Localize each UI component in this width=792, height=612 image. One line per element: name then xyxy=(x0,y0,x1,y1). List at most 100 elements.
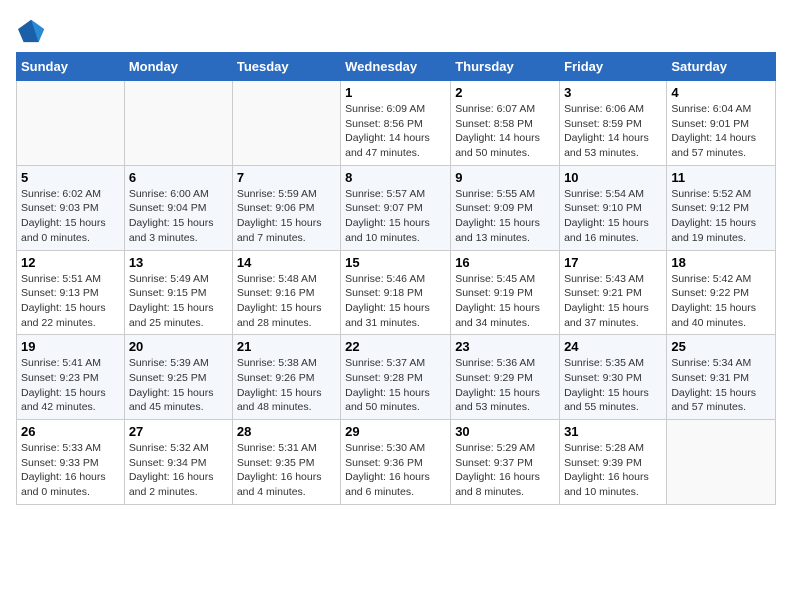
calendar-cell: 21 Sunrise: 5:38 AM Sunset: 9:26 PM Dayli… xyxy=(232,335,340,420)
calendar-cell: 26 Sunrise: 5:33 AM Sunset: 9:33 PM Dayli… xyxy=(17,420,125,505)
day-info: Sunrise: 5:31 AM Sunset: 9:35 PM Dayligh… xyxy=(237,441,336,500)
day-number: 3 xyxy=(564,85,662,100)
calendar-week-1: 5 Sunrise: 6:02 AM Sunset: 9:03 PM Daylig… xyxy=(17,165,776,250)
calendar-cell: 1 Sunrise: 6:09 AM Sunset: 8:56 PM Daylig… xyxy=(341,81,451,166)
day-info: Sunrise: 6:02 AM Sunset: 9:03 PM Dayligh… xyxy=(21,187,120,246)
col-header-tuesday: Tuesday xyxy=(232,53,340,81)
col-header-monday: Monday xyxy=(124,53,232,81)
calendar-cell xyxy=(124,81,232,166)
calendar-cell: 9Sunrise: 5:55 AM Sunset: 9:09 PM Daylig… xyxy=(451,165,560,250)
day-info: Sunrise: 5:43 AM Sunset: 9:21 PM Dayligh… xyxy=(564,272,662,331)
col-header-friday: Friday xyxy=(560,53,667,81)
day-number: 7 xyxy=(237,170,336,185)
day-number: 31 xyxy=(564,424,662,439)
calendar-cell: 11 Sunrise: 5:52 AM Sunset: 9:12 PM Dayli… xyxy=(667,165,776,250)
day-number: 25 xyxy=(671,339,771,354)
day-info: Sunrise: 5:34 AM Sunset: 9:31 PM Dayligh… xyxy=(671,356,771,415)
day-number: 27 xyxy=(129,424,228,439)
day-info: Sunrise: 6:09 AM Sunset: 8:56 PM Dayligh… xyxy=(345,102,446,161)
day-number: 13 xyxy=(129,255,228,270)
calendar-cell: 27 Sunrise: 5:32 AM Sunset: 9:34 PM Dayli… xyxy=(124,420,232,505)
col-header-sunday: Sunday xyxy=(17,53,125,81)
day-number: 4 xyxy=(671,85,771,100)
calendar-cell xyxy=(667,420,776,505)
day-number: 5 xyxy=(21,170,120,185)
day-info: Sunrise: 5:41 AM Sunset: 9:23 PM Dayligh… xyxy=(21,356,120,415)
calendar-cell: 13Sunrise: 5:49 AM Sunset: 9:15 PM Dayli… xyxy=(124,250,232,335)
calendar-cell: 25 Sunrise: 5:34 AM Sunset: 9:31 PM Dayli… xyxy=(667,335,776,420)
day-number: 22 xyxy=(345,339,446,354)
calendar-cell: 29 Sunrise: 5:30 AM Sunset: 9:36 PM Dayli… xyxy=(341,420,451,505)
day-number: 30 xyxy=(455,424,555,439)
col-header-wednesday: Wednesday xyxy=(341,53,451,81)
calendar-cell: 19 Sunrise: 5:41 AM Sunset: 9:23 PM Dayli… xyxy=(17,335,125,420)
day-info: Sunrise: 5:45 AM Sunset: 9:19 PM Dayligh… xyxy=(455,272,555,331)
calendar-cell: 30 Sunrise: 5:29 AM Sunset: 9:37 PM Dayli… xyxy=(451,420,560,505)
calendar-cell: 12 Sunrise: 5:51 AM Sunset: 9:13 PM Dayli… xyxy=(17,250,125,335)
calendar-cell: 3Sunrise: 6:06 AM Sunset: 8:59 PM Daylig… xyxy=(560,81,667,166)
calendar-cell: 10Sunrise: 5:54 AM Sunset: 9:10 PM Dayli… xyxy=(560,165,667,250)
day-info: Sunrise: 5:51 AM Sunset: 9:13 PM Dayligh… xyxy=(21,272,120,331)
day-number: 11 xyxy=(671,170,771,185)
calendar-cell xyxy=(232,81,340,166)
calendar-cell: 24Sunrise: 5:35 AM Sunset: 9:30 PM Dayli… xyxy=(560,335,667,420)
calendar-cell: 31 Sunrise: 5:28 AM Sunset: 9:39 PM Dayli… xyxy=(560,420,667,505)
day-info: Sunrise: 5:48 AM Sunset: 9:16 PM Dayligh… xyxy=(237,272,336,331)
day-info: Sunrise: 5:32 AM Sunset: 9:34 PM Dayligh… xyxy=(129,441,228,500)
day-number: 26 xyxy=(21,424,120,439)
day-info: Sunrise: 5:38 AM Sunset: 9:26 PM Dayligh… xyxy=(237,356,336,415)
day-info: Sunrise: 5:29 AM Sunset: 9:37 PM Dayligh… xyxy=(455,441,555,500)
day-info: Sunrise: 5:42 AM Sunset: 9:22 PM Dayligh… xyxy=(671,272,771,331)
day-number: 6 xyxy=(129,170,228,185)
day-info: Sunrise: 5:52 AM Sunset: 9:12 PM Dayligh… xyxy=(671,187,771,246)
calendar-cell: 6 Sunrise: 6:00 AM Sunset: 9:04 PM Daylig… xyxy=(124,165,232,250)
col-header-saturday: Saturday xyxy=(667,53,776,81)
day-info: Sunrise: 6:00 AM Sunset: 9:04 PM Dayligh… xyxy=(129,187,228,246)
calendar-cell xyxy=(17,81,125,166)
calendar-cell: 28Sunrise: 5:31 AM Sunset: 9:35 PM Dayli… xyxy=(232,420,340,505)
calendar-cell: 22 Sunrise: 5:37 AM Sunset: 9:28 PM Dayli… xyxy=(341,335,451,420)
logo-icon xyxy=(18,16,46,44)
day-number: 9 xyxy=(455,170,555,185)
day-info: Sunrise: 5:33 AM Sunset: 9:33 PM Dayligh… xyxy=(21,441,120,500)
day-number: 21 xyxy=(237,339,336,354)
day-info: Sunrise: 5:57 AM Sunset: 9:07 PM Dayligh… xyxy=(345,187,446,246)
calendar-week-3: 19 Sunrise: 5:41 AM Sunset: 9:23 PM Dayli… xyxy=(17,335,776,420)
calendar-cell: 5 Sunrise: 6:02 AM Sunset: 9:03 PM Daylig… xyxy=(17,165,125,250)
day-info: Sunrise: 5:35 AM Sunset: 9:30 PM Dayligh… xyxy=(564,356,662,415)
day-number: 23 xyxy=(455,339,555,354)
page-header xyxy=(16,16,776,44)
day-number: 19 xyxy=(21,339,120,354)
calendar-header-row: SundayMondayTuesdayWednesdayThursdayFrid… xyxy=(17,53,776,81)
calendar-cell: 23 Sunrise: 5:36 AM Sunset: 9:29 PM Dayli… xyxy=(451,335,560,420)
day-info: Sunrise: 5:59 AM Sunset: 9:06 PM Dayligh… xyxy=(237,187,336,246)
day-info: Sunrise: 5:39 AM Sunset: 9:25 PM Dayligh… xyxy=(129,356,228,415)
logo xyxy=(16,16,42,44)
calendar-cell: 16Sunrise: 5:45 AM Sunset: 9:19 PM Dayli… xyxy=(451,250,560,335)
day-info: Sunrise: 5:28 AM Sunset: 9:39 PM Dayligh… xyxy=(564,441,662,500)
calendar-cell: 18 Sunrise: 5:42 AM Sunset: 9:22 PM Dayli… xyxy=(667,250,776,335)
calendar-week-0: 1 Sunrise: 6:09 AM Sunset: 8:56 PM Daylig… xyxy=(17,81,776,166)
day-number: 12 xyxy=(21,255,120,270)
day-info: Sunrise: 5:46 AM Sunset: 9:18 PM Dayligh… xyxy=(345,272,446,331)
day-info: Sunrise: 6:04 AM Sunset: 9:01 PM Dayligh… xyxy=(671,102,771,161)
day-number: 10 xyxy=(564,170,662,185)
day-info: Sunrise: 5:36 AM Sunset: 9:29 PM Dayligh… xyxy=(455,356,555,415)
day-number: 2 xyxy=(455,85,555,100)
calendar-week-2: 12 Sunrise: 5:51 AM Sunset: 9:13 PM Dayli… xyxy=(17,250,776,335)
calendar-cell: 4 Sunrise: 6:04 AM Sunset: 9:01 PM Daylig… xyxy=(667,81,776,166)
day-number: 29 xyxy=(345,424,446,439)
day-number: 18 xyxy=(671,255,771,270)
day-number: 1 xyxy=(345,85,446,100)
col-header-thursday: Thursday xyxy=(451,53,560,81)
day-number: 15 xyxy=(345,255,446,270)
calendar-cell: 7 Sunrise: 5:59 AM Sunset: 9:06 PM Daylig… xyxy=(232,165,340,250)
day-info: Sunrise: 5:37 AM Sunset: 9:28 PM Dayligh… xyxy=(345,356,446,415)
calendar-cell: 2 Sunrise: 6:07 AM Sunset: 8:58 PM Daylig… xyxy=(451,81,560,166)
day-info: Sunrise: 6:07 AM Sunset: 8:58 PM Dayligh… xyxy=(455,102,555,161)
calendar-week-4: 26 Sunrise: 5:33 AM Sunset: 9:33 PM Dayli… xyxy=(17,420,776,505)
calendar-cell: 15 Sunrise: 5:46 AM Sunset: 9:18 PM Dayli… xyxy=(341,250,451,335)
calendar-cell: 20Sunrise: 5:39 AM Sunset: 9:25 PM Dayli… xyxy=(124,335,232,420)
day-number: 17 xyxy=(564,255,662,270)
day-info: Sunrise: 5:30 AM Sunset: 9:36 PM Dayligh… xyxy=(345,441,446,500)
